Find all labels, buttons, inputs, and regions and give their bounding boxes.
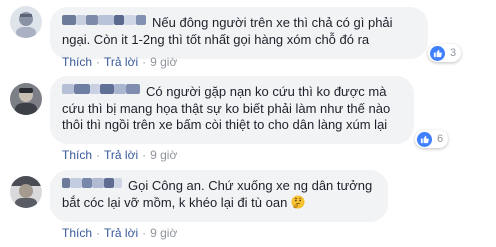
avatar[interactable]: [10, 176, 42, 208]
like-link[interactable]: Thích: [62, 226, 92, 240]
author-name-redacted[interactable]: [62, 178, 122, 195]
like-icon: [430, 45, 445, 61]
timestamp[interactable]: 9 giờ: [150, 55, 177, 69]
separator-dot: ·: [142, 55, 147, 69]
reply-link[interactable]: Trả lời: [104, 55, 138, 69]
separator-dot: ·: [142, 148, 147, 162]
timestamp[interactable]: 9 giờ: [150, 148, 177, 162]
timestamp[interactable]: 9 giờ: [150, 226, 177, 240]
avatar[interactable]: [10, 83, 42, 115]
separator-dot: ·: [142, 226, 147, 240]
like-link[interactable]: Thích: [62, 148, 92, 162]
comment-bubble: Nếu đông người trên xe thì chả có gì phả…: [50, 7, 428, 59]
reaction-count[interactable]: 6: [415, 130, 449, 148]
like-count: 3: [450, 47, 457, 59]
comment-actions: Thích · Trả lời · 9 giờ: [62, 226, 177, 240]
comment-bubble: Gọi Công an. Chứ xuống xe ng dân tưởng b…: [50, 170, 388, 222]
reply-link[interactable]: Trả lời: [104, 148, 138, 162]
avatar-image: [10, 6, 42, 38]
comment-actions: Thích · Trả lời · 9 giờ: [62, 148, 177, 162]
comment-bubble: Có người gặp nạn ko cứu thì ko được mà c…: [50, 76, 414, 144]
author-name-redacted[interactable]: [62, 15, 146, 32]
avatar-image: [10, 83, 42, 115]
comment-thread: Nếu đông người trên xe thì chả có gì phả…: [0, 0, 496, 247]
separator-dot: ·: [96, 148, 101, 162]
avatar[interactable]: [10, 6, 42, 38]
comment-actions: Thích · Trả lời · 9 giờ: [62, 55, 177, 69]
separator-dot: ·: [96, 55, 101, 69]
separator-dot: ·: [96, 226, 101, 240]
thinking-face-emoji: [291, 194, 305, 209]
like-icon: [417, 131, 432, 147]
like-count: 6: [437, 133, 444, 145]
like-link[interactable]: Thích: [62, 55, 92, 69]
reply-link[interactable]: Trả lời: [104, 226, 138, 240]
avatar-image: [10, 176, 42, 208]
reaction-count[interactable]: 3: [428, 44, 462, 62]
author-name-redacted[interactable]: [62, 84, 140, 101]
